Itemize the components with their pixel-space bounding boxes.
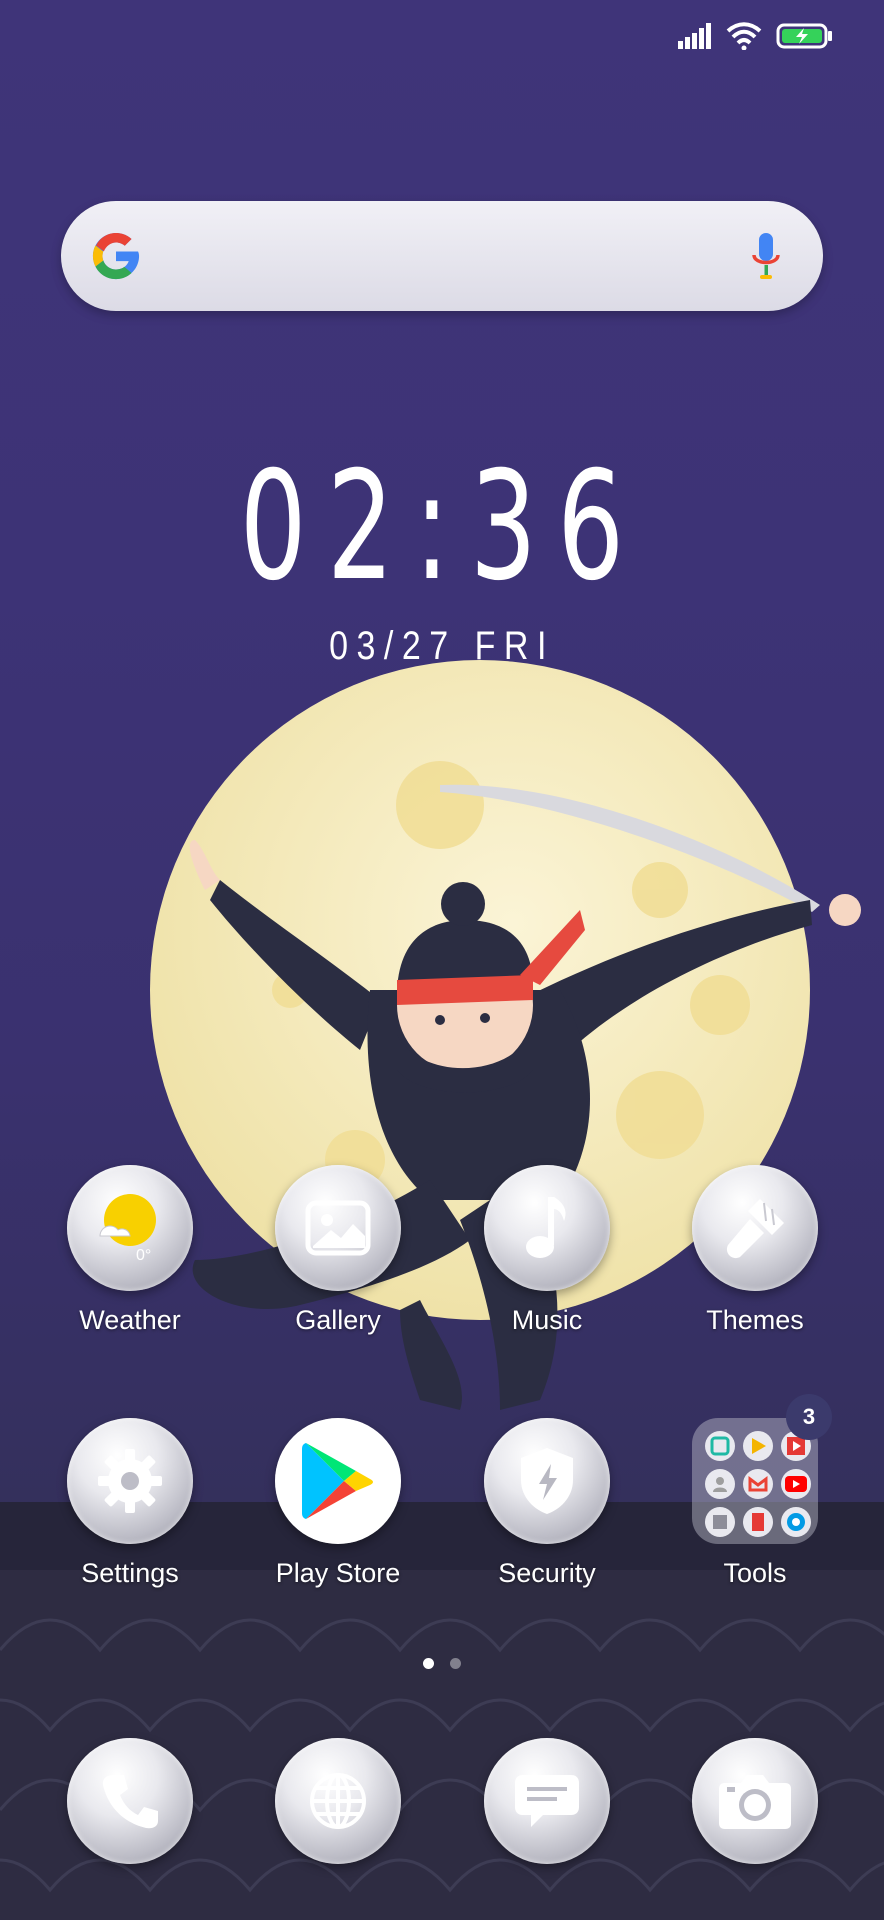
app-settings[interactable]: Settings xyxy=(50,1418,210,1589)
notes-mini-icon xyxy=(743,1507,773,1537)
dock-phone[interactable] xyxy=(50,1738,210,1864)
play-games-mini-icon xyxy=(743,1431,773,1461)
microphone-icon[interactable] xyxy=(751,231,781,283)
browser-globe-icon xyxy=(275,1738,401,1864)
app-label: Settings xyxy=(81,1558,179,1588)
gear-icon xyxy=(67,1418,193,1544)
app-music[interactable]: Music xyxy=(467,1165,627,1336)
dock-messages[interactable] xyxy=(467,1738,627,1864)
app-weather[interactable]: 0° Weather xyxy=(50,1165,210,1336)
app-gallery[interactable]: Gallery xyxy=(258,1165,418,1336)
status-bar xyxy=(678,22,834,50)
clock-time[interactable]: 02:36 xyxy=(97,452,787,602)
youtube-mini-icon xyxy=(781,1469,811,1499)
app-label: Weather xyxy=(79,1305,181,1335)
signal-icon xyxy=(678,23,711,49)
dock-camera[interactable] xyxy=(675,1738,835,1864)
drive-mini-icon xyxy=(705,1507,735,1537)
music-note-icon xyxy=(484,1165,610,1291)
page-dot[interactable] xyxy=(450,1658,461,1669)
folder-tools[interactable]: 3 Tools xyxy=(675,1394,835,1589)
app-play-store[interactable]: Play Store xyxy=(258,1418,418,1589)
weather-icon: 0° xyxy=(67,1165,193,1291)
dock-browser[interactable] xyxy=(258,1738,418,1864)
phone-icon xyxy=(67,1738,193,1864)
app-label: Music xyxy=(511,1305,583,1335)
app-label: Gallery xyxy=(295,1305,381,1335)
paintbrush-icon xyxy=(692,1165,818,1291)
app-security[interactable]: Security xyxy=(467,1418,627,1589)
app-label: Security xyxy=(498,1558,596,1588)
clock-date[interactable]: 03/27 FRI xyxy=(66,624,817,669)
duo-mini-icon xyxy=(781,1507,811,1537)
google-search-bar[interactable] xyxy=(61,201,823,311)
app-themes[interactable]: Themes xyxy=(675,1165,835,1336)
notification-badge: 3 xyxy=(786,1394,832,1440)
google-g-icon xyxy=(92,232,140,280)
app-label: Themes xyxy=(706,1305,804,1335)
wifi-icon xyxy=(726,22,762,50)
messages-icon xyxy=(484,1738,610,1864)
shield-icon xyxy=(484,1418,610,1544)
gmail-mini-icon xyxy=(743,1469,773,1499)
gallery-icon xyxy=(275,1165,401,1291)
page-indicator xyxy=(0,1658,884,1669)
play-store-icon xyxy=(275,1418,401,1544)
contacts-mini-icon xyxy=(705,1469,735,1499)
page-dot-active[interactable] xyxy=(423,1658,434,1669)
folder-icon: 3 xyxy=(692,1394,832,1544)
camera-icon xyxy=(692,1738,818,1864)
app-label: Tools xyxy=(723,1558,787,1588)
weather-temp: 0° xyxy=(136,1247,151,1264)
app-label: Play Store xyxy=(275,1558,401,1588)
scanner-mini-icon xyxy=(705,1431,735,1461)
battery-charging-icon xyxy=(776,23,832,49)
